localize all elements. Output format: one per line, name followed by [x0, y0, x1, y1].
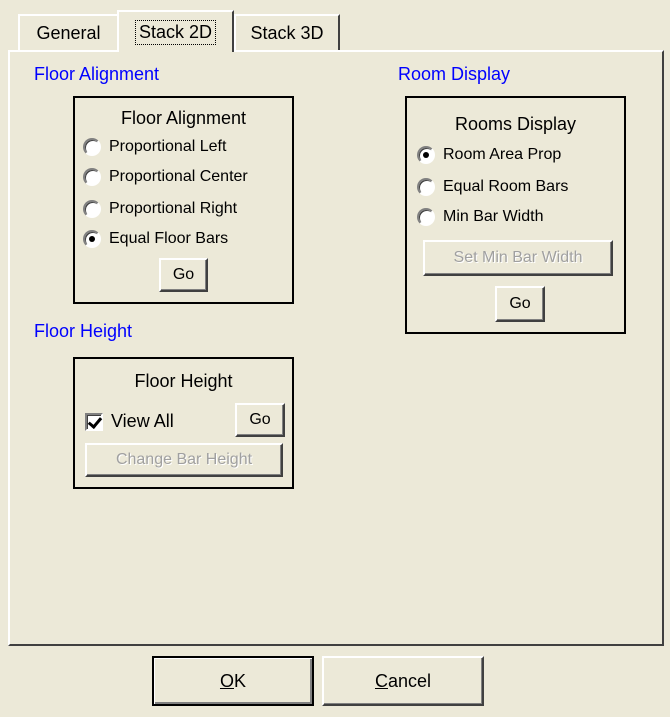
- radio-proportional-center-label: Proportional Center: [109, 168, 248, 185]
- rooms-display-group-title: Rooms Display: [454, 114, 577, 134]
- radio-button[interactable]: [417, 178, 435, 196]
- tab-stack-2d-label: Stack 2D: [134, 19, 217, 45]
- floor-height-go-button[interactable]: Go: [235, 403, 285, 437]
- radio-room-area-prop[interactable]: Room Area Prop: [417, 146, 561, 164]
- radio-equal-room-bars-label: Equal Room Bars: [443, 178, 569, 195]
- radio-equal-floor-bars[interactable]: Equal Floor Bars: [83, 230, 228, 248]
- floor-alignment-section-title: Floor Alignment: [34, 64, 160, 84]
- ok-button[interactable]: OK: [152, 656, 314, 706]
- radio-button[interactable]: [417, 146, 435, 164]
- cancel-label-rest: ancel: [387, 670, 432, 691]
- view-all-label: View All: [111, 411, 174, 431]
- view-all-checkbox-row[interactable]: View All: [85, 411, 174, 432]
- tab-general-label: General: [36, 22, 101, 43]
- floor-height-group-title: Floor Height: [134, 371, 233, 391]
- cancel-button[interactable]: Cancel: [322, 656, 484, 706]
- radio-button[interactable]: [417, 208, 435, 226]
- floor-height-group: Floor Height View All Go Change Bar Heig…: [73, 357, 294, 489]
- radio-proportional-left[interactable]: Proportional Left: [83, 138, 226, 156]
- tab-stack-3d-label: Stack 3D: [250, 22, 324, 43]
- ok-accelerator: O: [219, 670, 234, 691]
- radio-proportional-right-label: Proportional Right: [109, 200, 238, 217]
- floor-alignment-group-title: Floor Alignment: [120, 108, 247, 128]
- radio-button[interactable]: [83, 168, 101, 186]
- cancel-accelerator: C: [374, 670, 388, 691]
- change-bar-height-button[interactable]: Change Bar Height: [85, 443, 283, 477]
- set-min-bar-width-button[interactable]: Set Min Bar Width: [423, 240, 613, 276]
- floor-alignment-group: Floor Alignment Proportional Left Propor…: [73, 96, 294, 304]
- ok-label-rest: K: [234, 670, 247, 691]
- radio-room-area-prop-label: Room Area Prop: [443, 146, 562, 163]
- tab-general[interactable]: General: [18, 14, 119, 50]
- radio-button[interactable]: [83, 200, 101, 218]
- view-all-checkbox[interactable]: [85, 412, 103, 431]
- room-display-go-button[interactable]: Go: [495, 286, 545, 322]
- room-display-section-title: Room Display: [398, 64, 511, 84]
- floor-alignment-go-button[interactable]: Go: [159, 258, 208, 292]
- radio-proportional-right[interactable]: Proportional Right: [83, 200, 237, 218]
- tab-stack-3d[interactable]: Stack 3D: [234, 14, 340, 50]
- radio-proportional-left-label: Proportional Left: [109, 138, 227, 155]
- radio-button[interactable]: [83, 138, 101, 156]
- radio-min-bar-width-label: Min Bar Width: [443, 208, 544, 225]
- radio-min-bar-width[interactable]: Min Bar Width: [417, 208, 543, 226]
- radio-proportional-center[interactable]: Proportional Center: [83, 168, 248, 186]
- rooms-display-group: Rooms Display Room Area Prop Equal Room …: [405, 96, 626, 334]
- radio-equal-floor-bars-label: Equal Floor Bars: [109, 230, 229, 247]
- tab-stack-2d[interactable]: Stack 2D: [117, 10, 234, 52]
- radio-button[interactable]: [83, 230, 101, 248]
- radio-equal-room-bars[interactable]: Equal Room Bars: [417, 178, 568, 196]
- floor-height-section-title: Floor Height: [34, 321, 133, 341]
